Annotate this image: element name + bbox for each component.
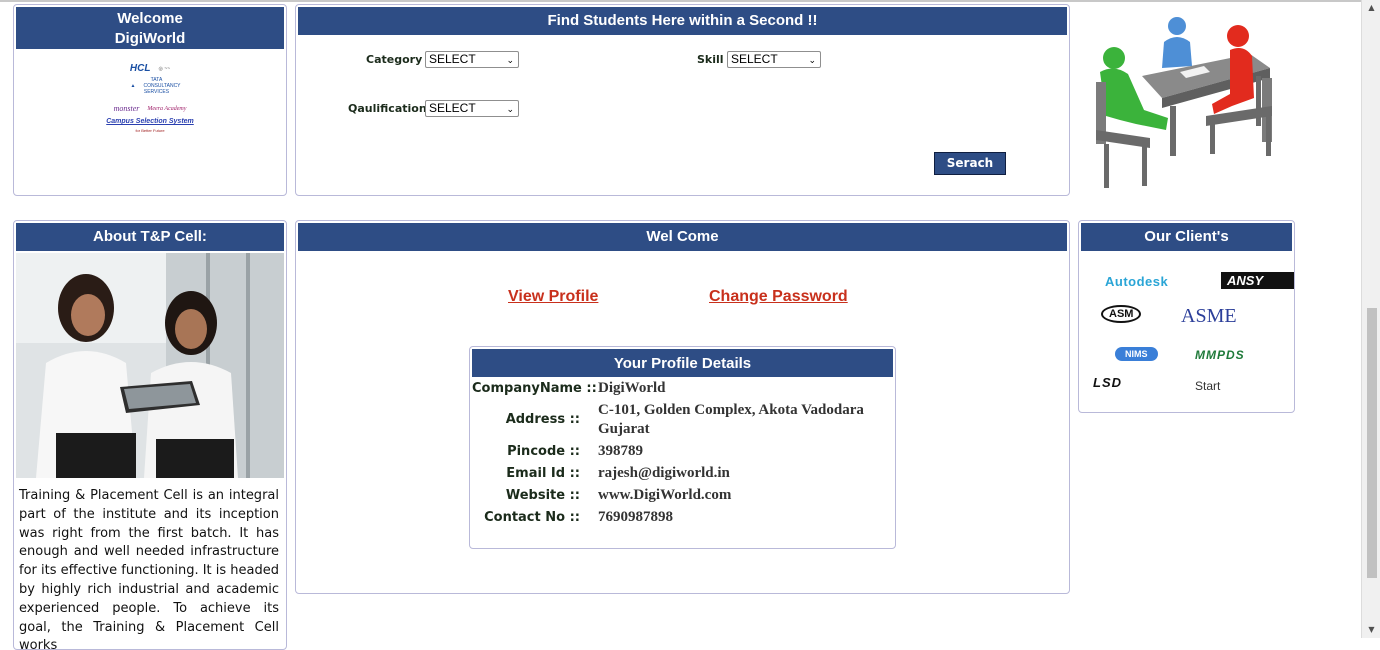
campus-selection-logo: Campus Selection System xyxy=(106,118,194,125)
about-panel: About T&P Cell: Training & Placement Cel… xyxy=(13,220,287,650)
scroll-down-arrow-icon[interactable]: ▼ xyxy=(1362,622,1380,638)
website-value: www.DigiWorld.com xyxy=(598,487,732,503)
about-text: Training & Placement Cell is an integral… xyxy=(19,488,280,650)
chevron-down-icon: ⌄ xyxy=(808,55,816,65)
profile-details-box: Your Profile Details CompanyName :: Digi… xyxy=(469,346,896,549)
skill-select-value: SELECT xyxy=(731,52,778,66)
about-photo xyxy=(16,253,284,478)
partner-emblem-icon: ◎ ~~ xyxy=(158,65,171,72)
category-select[interactable]: SELECT ⌄ xyxy=(425,51,519,68)
change-password-link[interactable]: Change Password xyxy=(709,288,848,306)
find-students-panel: Find Students Here within a Second !! Ca… xyxy=(295,4,1070,196)
company-name-value: DigiWorld xyxy=(598,380,666,396)
welcome-panel: Welcome DigiWorld HCL ◎ ~~ ▲ TATA CONSUL… xyxy=(13,4,287,196)
contact-no-value: 7690987898 xyxy=(598,509,673,525)
monster-logo: monster xyxy=(113,104,140,113)
find-students-header: Find Students Here within a Second !! xyxy=(298,7,1067,35)
tcs-emblem-icon: ▲ xyxy=(130,83,136,89)
welcome-panel-header: Welcome DigiWorld xyxy=(16,7,284,49)
website-label: Website :: xyxy=(505,488,580,503)
client-start-logo: Start xyxy=(1195,379,1221,393)
client-nims-logo: NIMS xyxy=(1115,347,1158,361)
scrollbar-thumb[interactable] xyxy=(1367,308,1377,578)
client-asm-logo: ASM xyxy=(1101,305,1142,323)
about-panel-header: About T&P Cell: xyxy=(16,223,284,251)
vertical-scrollbar[interactable]: ▲ ▼ xyxy=(1361,0,1380,638)
hcl-logo: HCL xyxy=(129,63,151,74)
contact-no-label: Contact No :: xyxy=(484,510,580,525)
client-ansys-logo: ANSY xyxy=(1221,272,1294,289)
qualification-label: Qaulification : xyxy=(348,102,435,115)
welcome-title-line2: DigiWorld xyxy=(114,30,186,47)
partner-logos: HCL ◎ ~~ ▲ TATA CONSULTANCY SERVICES mon… xyxy=(14,49,286,133)
client-lsd-logo: LSD xyxy=(1093,375,1122,390)
welcome-center-panel: Wel Come View Profile Change Password Yo… xyxy=(295,220,1070,594)
client-mmpds-logo: MMPDS xyxy=(1195,348,1245,362)
view-profile-link[interactable]: View Profile xyxy=(508,288,598,306)
pincode-label: Pincode :: xyxy=(507,444,580,459)
address-value: C-101, Golden Complex, Akota Vadodara Gu… xyxy=(598,402,864,437)
meera-academy-logo: Meera Academy xyxy=(147,105,187,112)
tcs-logo: TATA CONSULTANCY SERVICES xyxy=(143,77,181,95)
email-value: rajesh@digiworld.in xyxy=(598,465,730,481)
women-with-tablet-image-icon xyxy=(16,253,284,478)
welcome-center-header: Wel Come xyxy=(298,223,1067,251)
company-name-label: CompanyName :: xyxy=(472,381,597,396)
chevron-down-icon: ⌄ xyxy=(506,104,514,114)
category-label: Category : xyxy=(366,53,431,66)
clients-panel-header: Our Client's xyxy=(1081,223,1292,251)
chevron-down-icon: ⌄ xyxy=(506,55,514,65)
qualification-select-value: SELECT xyxy=(429,101,476,115)
email-label: Email Id :: xyxy=(506,466,580,481)
client-asme-logo: ASME xyxy=(1181,305,1237,327)
pincode-value: 398789 xyxy=(598,443,643,459)
client-autodesk-logo: Autodesk xyxy=(1105,274,1169,289)
meeting-illustration-icon xyxy=(1080,6,1292,194)
category-select-value: SELECT xyxy=(429,52,476,66)
search-button[interactable]: Serach xyxy=(934,152,1006,175)
profile-details-header: Your Profile Details xyxy=(472,349,893,377)
scroll-up-arrow-icon[interactable]: ▲ xyxy=(1362,0,1380,16)
address-label: Address :: xyxy=(505,412,580,427)
top-border xyxy=(0,0,1361,2)
meeting-illustration xyxy=(1080,6,1292,194)
qualification-select[interactable]: SELECT ⌄ xyxy=(425,100,519,117)
campus-selection-tagline: for Better Future xyxy=(135,128,165,133)
skill-select[interactable]: SELECT ⌄ xyxy=(727,51,821,68)
clients-panel: Our Client's Autodesk ANSY ASM ASME NIMS… xyxy=(1078,220,1295,413)
welcome-title-line1: Welcome xyxy=(117,10,183,27)
